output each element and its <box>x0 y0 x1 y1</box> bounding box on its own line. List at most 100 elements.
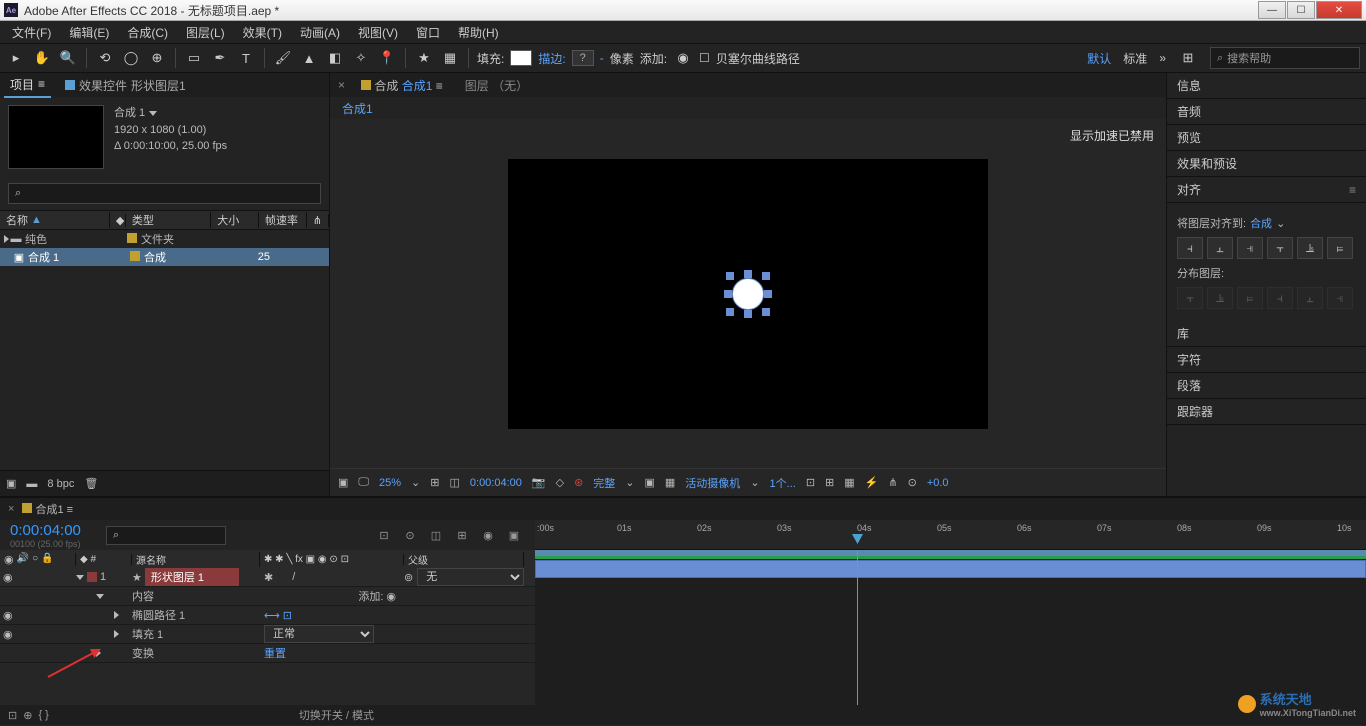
panel-tracker[interactable]: 跟踪器 <box>1167 399 1366 425</box>
lock-icon[interactable]: 🔒 <box>41 553 53 566</box>
mask-icon[interactable]: ◫ <box>449 476 459 489</box>
draft-icon[interactable]: ▣ <box>505 526 523 544</box>
color-mgmt-icon[interactable]: ⊛ <box>574 476 583 489</box>
eye-icon[interactable]: ◉ <box>4 553 14 566</box>
ellipse-shape[interactable] <box>732 278 764 310</box>
selection-tool[interactable]: ▸ <box>6 48 26 68</box>
align-vcenter[interactable]: ⫡ <box>1297 237 1323 259</box>
exposure-value[interactable]: +0.0 <box>927 477 949 489</box>
3d-icon[interactable]: ⊡ <box>806 476 815 489</box>
roi-icon[interactable]: ▣ <box>645 476 655 489</box>
contents-row[interactable]: 内容 添加: ◉ <box>0 587 535 606</box>
panel-paragraph[interactable]: 段落 <box>1167 373 1366 399</box>
panel-effects[interactable]: 效果和预设 <box>1167 151 1366 177</box>
exposure-icon[interactable]: ⊙ <box>908 476 917 489</box>
handle-tl[interactable] <box>726 272 734 280</box>
handle-tr[interactable] <box>762 272 770 280</box>
timeline-tab[interactable]: 合成1 ≡ <box>22 501 73 517</box>
grid-icon[interactable]: ⊞ <box>430 476 439 489</box>
clone-tool[interactable]: ▲ <box>299 48 319 68</box>
reset-link[interactable]: 重置 <box>264 645 286 661</box>
render-icon[interactable]: ⊕ <box>23 709 32 722</box>
menu-view[interactable]: 视图(V) <box>350 22 406 43</box>
comp-tab[interactable]: 合成 合成1 ≡ <box>355 74 449 97</box>
roto-tool[interactable]: ✧ <box>351 48 371 68</box>
resolution-dropdown[interactable]: 完整 <box>593 475 615 491</box>
panel-menu-icon[interactable]: ≡ <box>1349 183 1356 197</box>
zoom-tool[interactable]: 🔍 <box>58 48 78 68</box>
panel-character[interactable]: 字符 <box>1167 347 1366 373</box>
eraser-tool[interactable]: ◧ <box>325 48 345 68</box>
view-dropdown[interactable]: 1个... <box>770 475 796 491</box>
effect-controls-tab[interactable]: 效果控件 形状图层1 <box>59 74 192 97</box>
grid-icon[interactable]: ▦ <box>440 48 460 68</box>
comp-breadcrumb[interactable]: 合成1 <box>330 97 1166 119</box>
switches-toggle[interactable]: 切换开关 / 模式 <box>299 707 374 723</box>
rotate-tool[interactable]: ◯ <box>121 48 141 68</box>
orbit-tool[interactable]: ⟲ <box>95 48 115 68</box>
playhead[interactable] <box>857 550 858 705</box>
align-bottom[interactable]: ⫢ <box>1327 237 1353 259</box>
trash-icon[interactable]: 🗑 <box>84 477 98 490</box>
timeline-tracks[interactable] <box>535 550 1366 705</box>
tab-close-icon[interactable]: × <box>338 78 345 92</box>
col-tag[interactable]: ◆ <box>110 214 126 227</box>
layout-icon[interactable]: ⊞ <box>1178 48 1198 68</box>
project-row-comp[interactable]: ▣ 合成 1 合成 25 <box>0 248 329 266</box>
align-top[interactable]: ⫟ <box>1267 237 1293 259</box>
align-left[interactable]: ⫞ <box>1177 237 1203 259</box>
new-comp-icon[interactable]: ▣ <box>6 477 16 490</box>
layer-name[interactable]: 形状图层 1 <box>145 568 239 586</box>
menu-edit[interactable]: 编辑(E) <box>61 22 117 43</box>
col-fps[interactable]: 帧速率 <box>259 212 307 228</box>
fill-swatch[interactable] <box>510 50 532 66</box>
bpc-button[interactable]: 8 bpc <box>47 478 74 490</box>
zoom-chevron-icon[interactable]: ⌄ <box>411 476 420 489</box>
brace-icon[interactable]: { } <box>38 709 48 721</box>
audio-icon[interactable]: 🔊 <box>17 553 29 566</box>
panel-align[interactable]: 对齐≡ <box>1167 177 1366 203</box>
brush-tool[interactable]: 🖌 <box>273 48 293 68</box>
col-flow[interactable]: ⋔ <box>307 214 329 227</box>
fill-mode-dropdown[interactable]: 正常 <box>264 625 374 643</box>
layer-bar[interactable] <box>535 560 1366 578</box>
handle-lm[interactable] <box>724 290 732 298</box>
handle-bm[interactable] <box>744 310 752 318</box>
parent-dropdown[interactable]: 无 <box>417 568 524 586</box>
add-menu-icon[interactable]: ◉ <box>673 48 693 68</box>
solo-icon[interactable]: ○ <box>32 553 38 566</box>
workspace-more-icon[interactable]: » <box>1159 51 1166 65</box>
current-time[interactable]: 0:00:04:00 00100 (25.00 fps) <box>0 522 100 549</box>
pan-behind-tool[interactable]: ⊕ <box>147 48 167 68</box>
col-name[interactable]: 名称 ▲ <box>0 212 110 228</box>
project-search[interactable]: ⌕ <box>8 183 321 204</box>
add-menu-icon[interactable]: ◉ <box>386 590 396 603</box>
col-parent[interactable]: 父级 <box>404 552 524 567</box>
panel-library[interactable]: 库 <box>1167 321 1366 347</box>
col-size[interactable]: 大小 <box>211 212 259 228</box>
menu-layer[interactable]: 图层(L) <box>178 22 233 43</box>
fill-row[interactable]: ◉ 填充 1 正常 <box>0 625 535 644</box>
motion-blur-icon[interactable]: ⊞ <box>453 526 471 544</box>
panel-info[interactable]: 信息 <box>1167 73 1366 99</box>
panel-preview[interactable]: 预览 <box>1167 125 1366 151</box>
res-chevron-icon[interactable]: ⌄ <box>625 476 634 489</box>
screen-icon[interactable]: ▣ <box>338 476 348 489</box>
new-folder-icon[interactable]: ▬ <box>26 478 37 490</box>
tab-close-icon[interactable]: × <box>8 503 14 515</box>
align-to-dropdown[interactable]: 合成 <box>1250 215 1272 231</box>
stroke-width[interactable]: - <box>600 51 604 65</box>
fast-preview-icon[interactable]: ⚡ <box>865 476 879 489</box>
panel-audio[interactable]: 音频 <box>1167 99 1366 125</box>
flowchart-icon[interactable]: ⋔ <box>888 476 897 489</box>
maximize-button[interactable]: ☐ <box>1287 1 1315 19</box>
handle-rm[interactable] <box>764 290 772 298</box>
layer-row[interactable]: ◉ 1 ★形状图层 1 ✱ / ⊚无 <box>0 568 535 587</box>
close-button[interactable]: ✕ <box>1316 1 1362 19</box>
bezier-checkbox[interactable]: ☐ <box>699 51 710 65</box>
workspace-standard[interactable]: 标准 <box>1123 50 1147 67</box>
stroke-swatch[interactable]: ? <box>572 50 594 66</box>
menu-file[interactable]: 文件(F) <box>4 22 59 43</box>
menu-animation[interactable]: 动画(A) <box>292 22 348 43</box>
project-row-folder[interactable]: ▬ 纯色 文件夹 <box>0 230 329 248</box>
